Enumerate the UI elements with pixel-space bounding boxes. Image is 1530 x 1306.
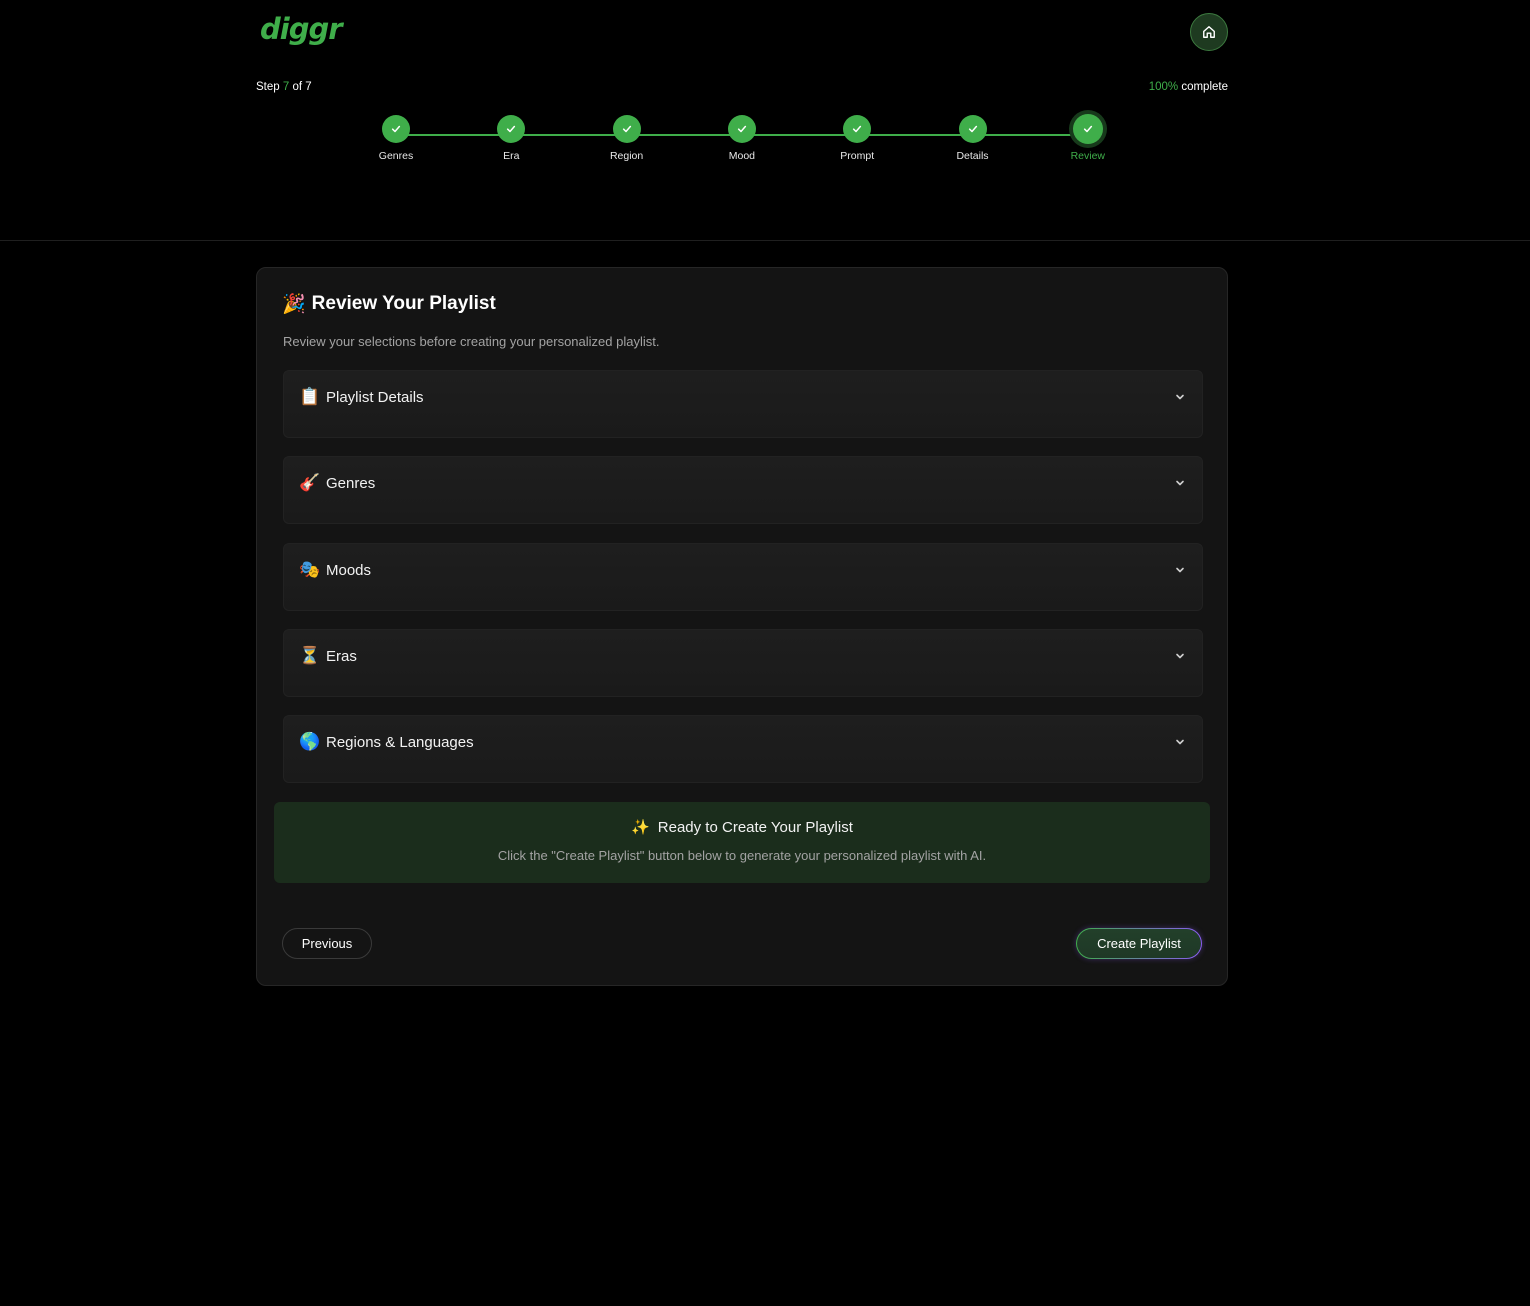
step-region[interactable]: Region [587, 114, 667, 162]
section-label: Moods [326, 561, 372, 579]
section-icon: 🎸 [299, 473, 321, 492]
step-review[interactable]: Review [1048, 114, 1128, 162]
step-label: Genres [378, 150, 414, 162]
step-mood[interactable]: Mood [702, 114, 782, 162]
chevron-down-icon[interactable] [1174, 736, 1186, 748]
step-label: Details [956, 150, 989, 162]
section-icon: 📋 [299, 387, 321, 406]
section-icon: 🎭 [299, 560, 321, 579]
create-playlist-button[interactable]: Create Playlist [1076, 928, 1202, 959]
step-label: Mood [728, 150, 756, 162]
section-regions-languages[interactable]: 🌎 Regions & Languages [283, 715, 1203, 783]
step-label: Review [1070, 150, 1106, 162]
section-header: 🌎 Regions & Languages [299, 732, 474, 752]
check-icon [727, 115, 756, 143]
section-icon: ⏳ [299, 646, 321, 665]
check-icon [382, 115, 410, 143]
section-header: 📋 Playlist Details [299, 387, 424, 407]
check-icon [843, 115, 872, 143]
chevron-down-icon[interactable] [1174, 391, 1186, 403]
header: diggr Step 7 of 7 100% complete Genres Er… [0, 0, 1530, 241]
chevron-down-icon[interactable] [1174, 650, 1186, 662]
step-genres[interactable]: Genres [356, 114, 436, 162]
section-label: Eras [326, 647, 357, 665]
section-icon: 🌎 [299, 732, 321, 751]
page-subtitle: Review your selections before creating y… [283, 334, 660, 349]
previous-button[interactable]: Previous [282, 928, 372, 959]
check-icon [612, 115, 641, 143]
section-label: Genres [326, 474, 376, 492]
step-details[interactable]: Details [933, 114, 1013, 162]
step-prompt[interactable]: Prompt [817, 114, 897, 162]
page-title-text: Review Your Playlist [311, 293, 496, 314]
ready-title-text: Ready to Create Your Playlist [657, 819, 853, 836]
chevron-down-icon[interactable] [1174, 477, 1186, 489]
party-icon: 🎉 [282, 294, 306, 315]
chevron-down-icon[interactable] [1174, 564, 1186, 576]
section-header: ⏳ Eras [299, 646, 357, 666]
section-genres[interactable]: 🎸 Genres [283, 456, 1203, 524]
section-label: Regions & Languages [326, 733, 474, 751]
section-header: 🎸 Genres [299, 473, 375, 493]
section-playlist-details[interactable]: 📋 Playlist Details [283, 370, 1203, 438]
sparkles-icon: ✨ [631, 819, 650, 836]
section-eras[interactable]: ⏳ Eras [283, 629, 1203, 697]
ready-title: ✨ Ready to Create Your Playlist [274, 818, 1210, 836]
review-card: 🎉 Review Your Playlist Review your selec… [256, 267, 1228, 986]
section-moods[interactable]: 🎭 Moods [283, 543, 1203, 611]
section-header: 🎭 Moods [299, 560, 371, 580]
section-label: Playlist Details [326, 388, 424, 406]
check-icon [497, 115, 526, 143]
progress-stepper: Genres Era Region Mood Prompt Details Review [0, 0, 1530, 200]
check-icon [1072, 114, 1103, 144]
ready-banner: ✨ Ready to Create Your Playlist Click the… [274, 802, 1210, 883]
step-label: Region [609, 150, 644, 162]
step-label: Prompt [840, 150, 875, 162]
step-era[interactable]: Era [471, 114, 551, 162]
page-title: 🎉 Review Your Playlist [282, 292, 496, 316]
step-label: Era [503, 150, 520, 162]
check-icon [958, 115, 987, 143]
ready-subtitle: Click the "Create Playlist" button below… [497, 848, 987, 863]
